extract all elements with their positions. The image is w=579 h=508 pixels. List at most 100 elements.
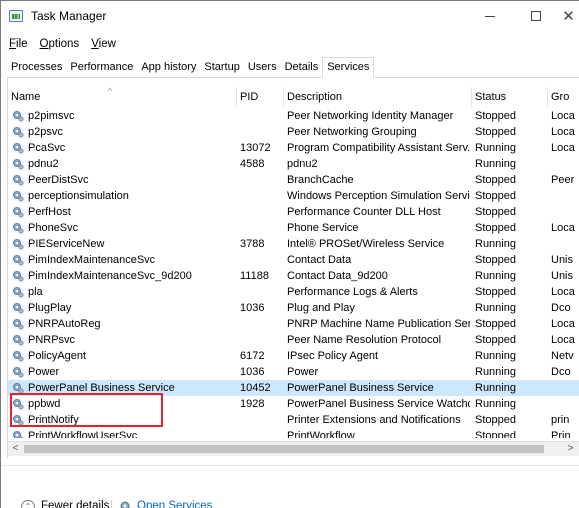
tab-services[interactable]: Services [322, 57, 375, 78]
tab-details[interactable]: Details [281, 58, 323, 77]
service-name: PeerDistSvc [28, 174, 89, 186]
table-row[interactable]: PolicyAgent 6172 IPsec Policy Agent Running… [8, 348, 579, 364]
service-group: Loca [551, 142, 575, 154]
service-description: Performance Logs & Alerts [287, 286, 418, 298]
scrollbar-thumb[interactable] [24, 445, 544, 453]
service-group: prin [551, 414, 570, 426]
chevron-up-icon[interactable]: ⌃ [21, 500, 35, 508]
service-name: PNRPAutoReg [28, 318, 101, 330]
service-status: Stopped [475, 254, 516, 266]
service-name: PrintNotify [28, 414, 79, 426]
open-services-link[interactable]: Open Services [137, 500, 212, 508]
table-row[interactable]: perceptionsimulation Windows Perception S… [8, 188, 579, 204]
menu-view[interactable]: View [83, 35, 120, 53]
service-status: Stopped [475, 110, 516, 122]
service-group [548, 396, 579, 412]
service-pid [237, 204, 283, 220]
table-row[interactable]: PrintNotify Printer Extensions and Notifi… [8, 412, 579, 428]
service-description: PNRP Machine Name Publication Serv... [287, 318, 470, 330]
service-name: pla [28, 286, 43, 298]
table-row[interactable]: PNRPsvc Peer Name Resolution Protocol Stop… [8, 332, 579, 348]
service-group: Netv [551, 350, 574, 362]
service-group [548, 236, 579, 252]
column-header-status[interactable]: Status [472, 87, 548, 107]
menu-options[interactable]: Options [32, 35, 84, 53]
service-group: Loca [551, 222, 575, 234]
table-row[interactable]: PowerPanel Business Service 10452 PowerPan… [8, 380, 579, 396]
menu-options-accel: O [39, 38, 49, 50]
table-row[interactable]: pla Performance Logs & Alerts Stopped Loca [8, 284, 579, 300]
service-description: IPsec Policy Agent [287, 350, 379, 362]
scroll-left-icon[interactable]: < [8, 442, 23, 456]
column-header-name[interactable]: Name ^ [8, 87, 237, 107]
service-name: PrintWorkflowUserSvc [28, 430, 138, 438]
service-pid [237, 188, 283, 204]
table-row[interactable]: PcaSvc 13072 Program Compatibility Assista… [8, 140, 579, 156]
service-pid: 1036 [240, 366, 265, 378]
service-name: PNRPsvc [28, 334, 76, 346]
fewer-details-button[interactable]: Fewer details [41, 500, 109, 508]
column-header-description[interactable]: Description [284, 87, 472, 107]
service-pid: 6172 [240, 350, 265, 362]
table-row[interactable]: pdnu2 4588 pdnu2 Running [8, 156, 579, 172]
service-status: Running [475, 142, 516, 154]
table-row[interactable]: PIEServiceNew 3788 Intel® PROSet/Wireless … [8, 236, 579, 252]
column-header-group[interactable]: Gro [548, 87, 579, 107]
service-status: Stopped [475, 206, 516, 218]
tab-app-history[interactable]: App history [137, 58, 200, 77]
service-status: Running [475, 270, 516, 282]
close-button[interactable]: ✕ [557, 1, 579, 31]
maximize-button[interactable] [513, 1, 558, 31]
menu-options-rest: ptions [48, 38, 80, 50]
service-pid [237, 332, 283, 348]
table-row[interactable]: PhoneSvc Phone Service Stopped Loca [8, 220, 579, 236]
service-group: Loca [551, 334, 575, 346]
service-name: PcaSvc [28, 142, 66, 154]
service-name: pdnu2 [28, 158, 59, 170]
column-header-pid[interactable]: PID [237, 87, 284, 107]
service-status: Running [475, 382, 516, 394]
service-status: Running [475, 158, 516, 170]
table-row[interactable]: PlugPlay 1036 Plug and Play Running Dco [8, 300, 579, 316]
table-row[interactable]: PimIndexMaintenanceSvc Contact Data Stoppe… [8, 252, 579, 268]
service-description: Printer Extensions and Notifications [287, 414, 461, 426]
service-description: Windows Perception Simulation Servi... [287, 190, 470, 202]
table-row[interactable]: p2psvc Peer Networking Grouping Stopped Loc… [8, 124, 579, 140]
service-pid [237, 284, 283, 300]
service-description: Performance Counter DLL Host [287, 206, 441, 218]
table-row[interactable]: PNRPAutoReg PNRP Machine Name Publication… [8, 316, 579, 332]
menu-file[interactable]: File [1, 35, 32, 53]
service-group: Loca [551, 110, 575, 122]
table-row[interactable]: PrintWorkflowUserSvc PrintWorkflow Stopped… [8, 428, 579, 438]
horizontal-scrollbar[interactable]: < > [8, 441, 579, 456]
service-name: Power [28, 366, 60, 378]
service-description: Plug and Play [287, 302, 355, 314]
service-group [548, 204, 579, 220]
table-row[interactable]: PeerDistSvc BranchCache Stopped Peer [8, 172, 579, 188]
table-row[interactable]: p2pimsvc Peer Networking Identity Manager… [8, 108, 579, 124]
service-status: Running [475, 366, 516, 378]
scroll-right-icon[interactable]: > [563, 442, 578, 456]
table-row[interactable]: ppbwd 1928 PowerPanel Business Service Wat… [8, 396, 579, 412]
tab-performance[interactable]: Performance [66, 58, 137, 77]
table-row[interactable]: PimIndexMaintenanceSvc_9d200 11188 Contact… [8, 268, 579, 284]
service-status: Stopped [475, 174, 516, 186]
service-status: Stopped [475, 430, 516, 438]
service-group: Loca [551, 286, 575, 298]
table-row[interactable]: Power 1036 Power Running Dco [8, 364, 579, 380]
service-description: PowerPanel Business Service Watchdog [287, 398, 470, 410]
service-description: Peer Networking Identity Manager [287, 110, 454, 122]
footer: ⌃ Fewer details Open Services [1, 465, 579, 508]
tab-users[interactable]: Users [244, 58, 281, 77]
service-description: PrintWorkflow [287, 430, 355, 438]
tab-startup[interactable]: Startup [200, 58, 243, 77]
minimize-button[interactable] [467, 1, 512, 31]
service-pid [237, 252, 283, 268]
table-row[interactable]: PerfHost Performance Counter DLL Host Stop… [8, 204, 579, 220]
service-description: Peer Networking Grouping [287, 126, 417, 138]
menu-file-rest: ile [16, 38, 28, 50]
service-pid [237, 412, 283, 428]
maximize-icon [530, 11, 541, 21]
tab-processes[interactable]: Processes [7, 58, 66, 77]
service-group: Unis [551, 270, 574, 282]
